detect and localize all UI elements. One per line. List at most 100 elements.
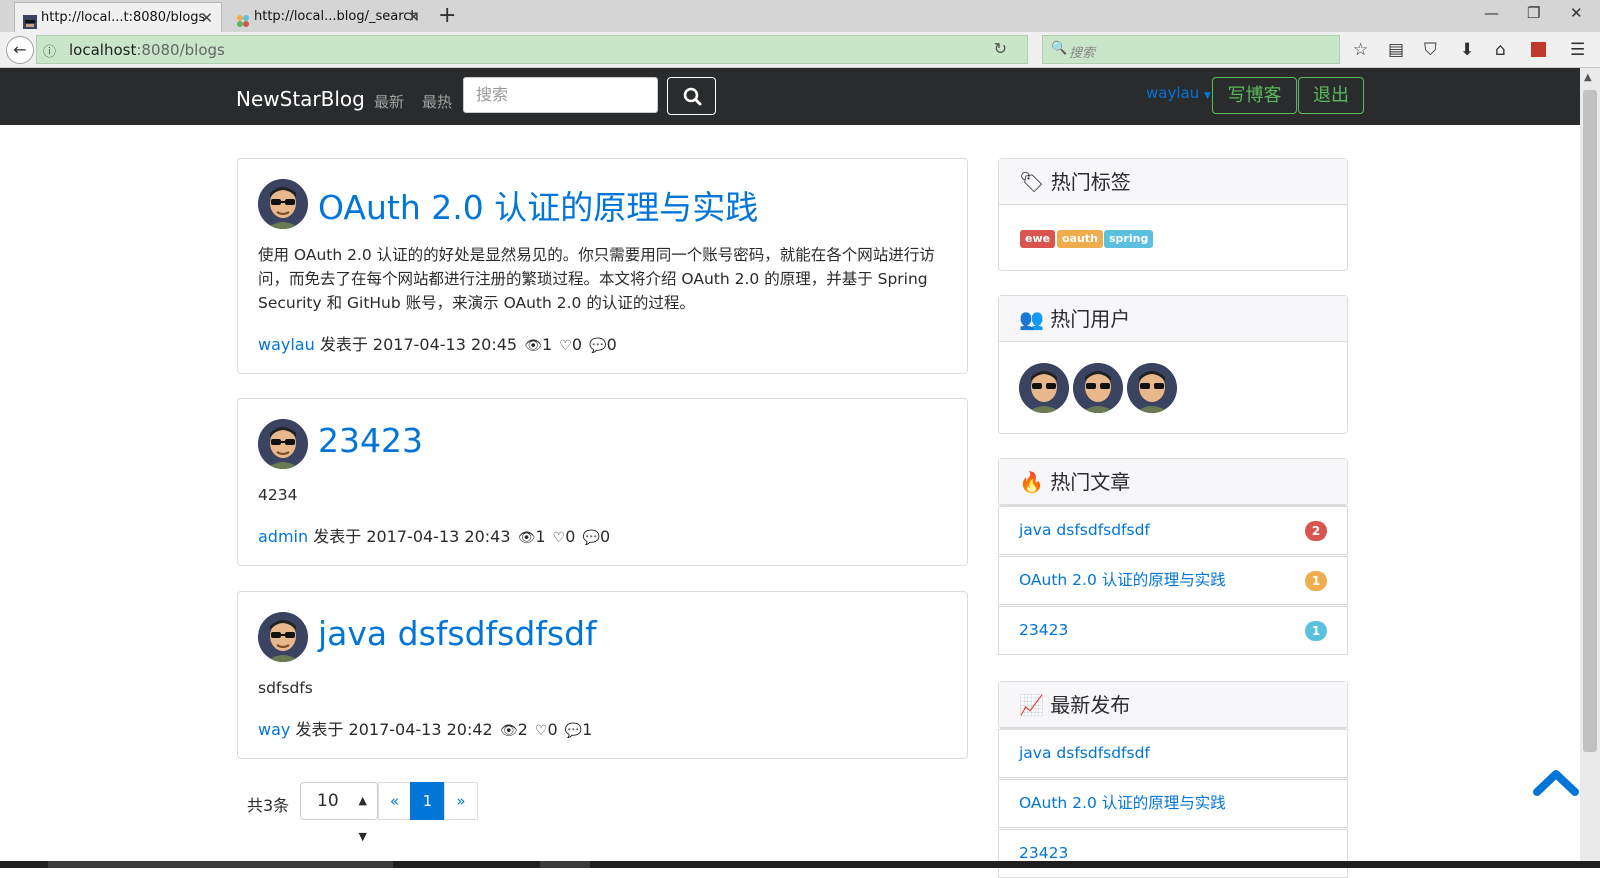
eye-icon: 👁 <box>524 338 542 354</box>
pagination-page-1[interactable]: 1 <box>410 782 445 820</box>
new-tab-icon[interactable]: + <box>438 3 456 28</box>
hot-users-card: 👥 热门用户 <box>998 295 1348 434</box>
new-posts-card: 📈 最新发布 <box>998 681 1348 729</box>
browser-tab-label: http://local...t:8080/blogs <box>41 10 206 25</box>
tag-ewe[interactable]: ewe <box>1020 230 1056 248</box>
post-title-link[interactable]: 23423 <box>318 421 423 460</box>
post-date: 发表于 2017-04-13 20:45 <box>319 335 518 354</box>
new-posts-header: 📈 最新发布 <box>999 682 1347 728</box>
comment-count: 0 <box>599 527 611 546</box>
view-count: 1 <box>542 335 553 354</box>
post-summary: sdfsdfs <box>258 679 313 697</box>
search-button[interactable] <box>667 77 716 115</box>
extension-icon[interactable] <box>1531 42 1546 57</box>
site-favicon-icon <box>236 10 250 27</box>
post-author-link[interactable]: waylau <box>258 335 315 354</box>
new-post-item[interactable]: OAuth 2.0 认证的原理与实践 <box>998 779 1348 828</box>
new-post-item[interactable]: java dsfsdfsdfsdf <box>998 729 1348 778</box>
menu-hamburger-icon[interactable]: ☰ <box>1570 40 1585 60</box>
close-tab-icon[interactable]: ✕ <box>407 2 420 32</box>
hot-tags-header: 🏷 热门标签 <box>999 159 1347 205</box>
comment-count: 0 <box>606 335 617 354</box>
hot-post-count-badge: 1 <box>1305 621 1327 641</box>
post-card: 23423 4234 admin 发表于 2017-04-13 20:43 👁1… <box>237 398 968 566</box>
search-icon <box>683 87 702 106</box>
scroll-up-icon[interactable]: ▲ <box>1584 72 1592 83</box>
pagination-total: 共3条 <box>247 796 290 815</box>
heart-icon: ♡ <box>534 723 548 739</box>
brand-link[interactable]: NewStarBlog <box>236 87 365 111</box>
browser-search-bar[interactable]: 🔍 搜索 <box>1042 35 1340 64</box>
browser-tab-search[interactable]: http://local...blog/_search ✕ <box>228 2 428 32</box>
pagination-prev[interactable]: « <box>378 782 411 820</box>
browser-tab-blogs[interactable]: http://local...t:8080/blogs ✕ <box>14 2 222 32</box>
pocket-icon[interactable]: ⛉ <box>1424 40 1437 60</box>
close-tab-icon[interactable]: ✕ <box>200 3 213 33</box>
hot-post-item[interactable]: OAuth 2.0 认证的原理与实践 1 <box>998 556 1348 605</box>
fire-icon: 🔥 <box>1019 470 1044 494</box>
reload-icon[interactable]: ↻ <box>994 39 1007 58</box>
hot-posts-card: 🔥 热门文章 <box>998 458 1348 506</box>
post-summary: 4234 <box>258 486 298 504</box>
blog-search-input[interactable]: 搜索 <box>463 77 658 113</box>
hot-user-avatar[interactable] <box>1127 363 1177 413</box>
browser-tab-label: http://local...blog/_search <box>254 9 419 24</box>
scroll-thumb[interactable] <box>1583 90 1597 752</box>
bookmark-star-icon[interactable]: ☆ <box>1353 40 1368 60</box>
page-scrollbar[interactable]: ▲ <box>1580 68 1600 868</box>
post-card: java dsfsdfsdfsdf sdfsdfs way 发表于 2017-0… <box>237 591 968 759</box>
author-avatar[interactable] <box>258 612 308 662</box>
back-to-top-icon[interactable] <box>1533 766 1579 800</box>
like-count: 0 <box>547 720 558 739</box>
search-icon: 🔍 <box>1051 41 1068 56</box>
page-size-select[interactable]: 10 ▲ ▼ <box>300 782 378 843</box>
window-close-icon[interactable]: ✕ <box>1570 4 1583 22</box>
url-text: localhost:8080/blogs <box>69 41 225 59</box>
nav-hot-link[interactable]: 最热 <box>422 91 452 112</box>
author-avatar[interactable] <box>258 419 308 469</box>
site-favicon-icon <box>23 11 37 29</box>
post-meta: admin 发表于 2017-04-13 20:43 👁1 ♡0 💬0 <box>258 523 610 547</box>
tag-spring[interactable]: spring <box>1104 230 1154 248</box>
url-bar[interactable]: ⓘ localhost:8080/blogs ↻ <box>36 35 1028 64</box>
post-title-link[interactable]: OAuth 2.0 认证的原理与实践 <box>318 181 758 229</box>
tags-icon: 🏷 <box>1019 170 1045 194</box>
write-blog-button[interactable]: 写博客 <box>1212 77 1297 114</box>
hot-user-avatar[interactable] <box>1073 363 1123 413</box>
hot-post-item[interactable]: 23423 1 <box>998 606 1348 655</box>
taskbar-item[interactable] <box>540 861 590 868</box>
select-arrows-icon: ▲ ▼ <box>358 794 367 843</box>
download-icon[interactable]: ⬇ <box>1460 40 1474 60</box>
hot-post-item[interactable]: java dsfsdfsdfsdf 2 <box>998 506 1348 555</box>
minimize-icon[interactable]: — <box>1484 4 1499 22</box>
logout-button[interactable]: 退出 <box>1298 77 1364 114</box>
taskbar-item[interactable] <box>48 861 393 868</box>
post-author-link[interactable]: admin <box>258 527 308 546</box>
heart-icon: ♡ <box>559 338 572 354</box>
hot-users-title: 热门用户 <box>1050 307 1131 331</box>
post-title-link[interactable]: java dsfsdfsdfsdf <box>318 614 597 653</box>
new-post-item[interactable]: 23423 <box>998 829 1348 878</box>
restore-icon[interactable]: ❐ <box>1527 4 1540 22</box>
pagination-next[interactable]: » <box>444 782 478 820</box>
comment-icon: 💬 <box>564 723 583 739</box>
view-count: 2 <box>517 720 528 739</box>
author-avatar[interactable] <box>258 179 308 229</box>
user-dropdown[interactable]: waylau ▼ <box>1146 84 1211 102</box>
hot-tags-card: 🏷 热门标签 <box>998 158 1348 271</box>
back-arrow-icon[interactable]: ← <box>6 36 34 64</box>
hot-user-avatar[interactable] <box>1019 363 1069 413</box>
os-taskbar <box>0 861 1600 868</box>
reading-list-icon[interactable]: ▤ <box>1388 40 1404 60</box>
post-author-link[interactable]: way <box>258 720 290 739</box>
home-icon[interactable]: ⌂ <box>1495 40 1506 60</box>
caret-down-icon: ▼ <box>1203 91 1211 101</box>
hot-users-header: 👥 热门用户 <box>999 296 1347 342</box>
post-date: 发表于 2017-04-13 20:43 <box>313 527 511 546</box>
browser-tab-strip: http://local...t:8080/blogs ✕ http://loc… <box>0 0 1600 32</box>
info-icon[interactable]: ⓘ <box>43 41 56 60</box>
hot-post-count-badge: 2 <box>1305 521 1327 541</box>
page-size-value: 10 <box>317 791 339 811</box>
nav-latest-link[interactable]: 最新 <box>374 91 404 112</box>
tag-oauth[interactable]: oauth <box>1057 230 1103 248</box>
